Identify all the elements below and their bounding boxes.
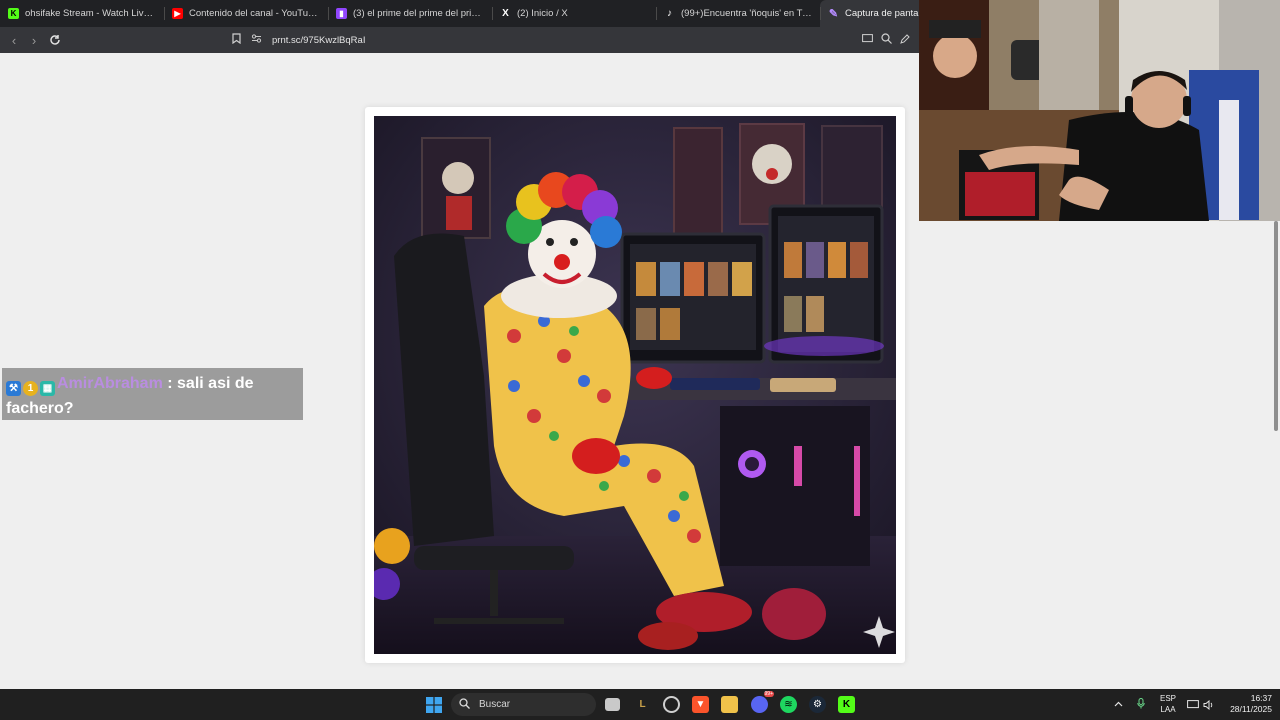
- show-hidden-icons-icon[interactable]: [1114, 700, 1123, 709]
- zoom-icon[interactable]: [881, 33, 892, 47]
- webcam-overlay: [919, 0, 1280, 221]
- windows-taskbar: Buscar L ▼ 99+ ≋ ⚙ K ESP LAA 16:37 28/11…: [0, 689, 1280, 720]
- forward-button[interactable]: ›: [24, 30, 44, 50]
- file-explorer-icon[interactable]: [721, 696, 738, 713]
- tab-twitch[interactable]: ▮ (3) el prime del prime del prime, entr…: [328, 0, 492, 27]
- chat-badges: ⚒ 1 ▦: [6, 381, 55, 396]
- chat-username: AmirAbraham: [57, 375, 163, 392]
- url-text: prnt.sc/975KwzlBqRaI: [272, 34, 366, 46]
- taskbar-search[interactable]: Buscar: [451, 693, 596, 716]
- reload-button[interactable]: [45, 30, 65, 50]
- language-code: ESP: [1159, 694, 1176, 703]
- site-info-icon[interactable]: [251, 34, 262, 46]
- tab-title: Contenido del canal - YouTube Studio: [189, 8, 320, 19]
- keyboard-layout: LAA: [1160, 705, 1176, 714]
- bookmark-icon[interactable]: [232, 33, 241, 47]
- volume-icon[interactable]: [1202, 696, 1215, 713]
- kick-icon: K: [8, 8, 19, 19]
- lightshot-icon: ✎: [828, 8, 839, 20]
- windows-start-icon[interactable]: [425, 696, 442, 713]
- chat-separator: :: [162, 375, 178, 392]
- screenshot-frame: [365, 107, 905, 663]
- twitch-icon: ▮: [336, 8, 347, 19]
- back-button[interactable]: ‹: [4, 30, 24, 50]
- tab-x[interactable]: X (2) Inicio / X: [492, 0, 656, 27]
- discord-notification-badge: 99+: [763, 691, 774, 697]
- tab-youtube-studio[interactable]: ▶ Contenido del canal - YouTube Studio: [164, 0, 328, 27]
- clock-date: 28/11/2025: [1230, 704, 1272, 714]
- spotify-icon[interactable]: ≋: [780, 696, 797, 713]
- steam-icon[interactable]: ⚙: [809, 696, 826, 713]
- youtube-icon: ▶: [172, 8, 183, 19]
- tab-kick[interactable]: K ohsifake Stream - Watch Live on: [0, 0, 164, 27]
- tiktok-icon: ♪: [667, 8, 672, 19]
- edit-icon[interactable]: [900, 33, 910, 47]
- tab-title: (2) Inicio / X: [517, 8, 568, 19]
- screenshot-icon[interactable]: [862, 34, 873, 46]
- tab-title: ohsifake Stream - Watch Live on: [25, 8, 156, 19]
- tab-title: (3) el prime del prime del prime, entre: [353, 8, 484, 19]
- league-of-legends-icon[interactable]: L: [634, 696, 651, 713]
- chat-message-overlay: ⚒ 1 ▦ AmirAbraham : sali asi de fachero?: [2, 368, 303, 420]
- scrollbar-thumb[interactable]: [1274, 221, 1278, 431]
- discord-icon[interactable]: 99+: [751, 691, 774, 713]
- network-icon[interactable]: [1186, 696, 1199, 713]
- clown-illustration: [374, 116, 896, 654]
- streamer-webcam-feed: [919, 0, 1280, 221]
- toolbar-actions: [862, 30, 910, 50]
- microphone-icon[interactable]: [1137, 698, 1145, 711]
- system-tray: [1114, 689, 1145, 720]
- founder-badge-icon: 1: [23, 381, 38, 396]
- sub-gifter-badge-icon: ▦: [40, 381, 55, 396]
- tab-tiktok[interactable]: ♪ (99+)Encuentra 'ñoquis' en TikTok | B: [656, 0, 820, 27]
- search-icon: [459, 697, 470, 712]
- task-view-icon[interactable]: [605, 698, 620, 711]
- x-icon: X: [502, 8, 509, 19]
- taskbar-clock[interactable]: 16:37 28/11/2025: [1222, 693, 1272, 715]
- tab-title: (99+)Encuentra 'ñoquis' en TikTok | B: [681, 8, 812, 19]
- search-placeholder: Buscar: [479, 699, 511, 710]
- reload-icon: [50, 35, 60, 45]
- chrome-like-icon[interactable]: [663, 696, 680, 713]
- clock-time: 16:37: [1250, 693, 1272, 703]
- page-scrollbar[interactable]: [1272, 221, 1280, 431]
- input-language-indicator[interactable]: ESP LAA: [1158, 693, 1178, 715]
- verified-badge-icon: ⚒: [6, 381, 21, 396]
- kick-app-icon[interactable]: K: [838, 696, 855, 713]
- brave-icon[interactable]: ▼: [692, 696, 709, 713]
- address-bar[interactable]: prnt.sc/975KwzlBqRaI: [232, 30, 365, 50]
- clown-gamer-image[interactable]: [374, 116, 896, 654]
